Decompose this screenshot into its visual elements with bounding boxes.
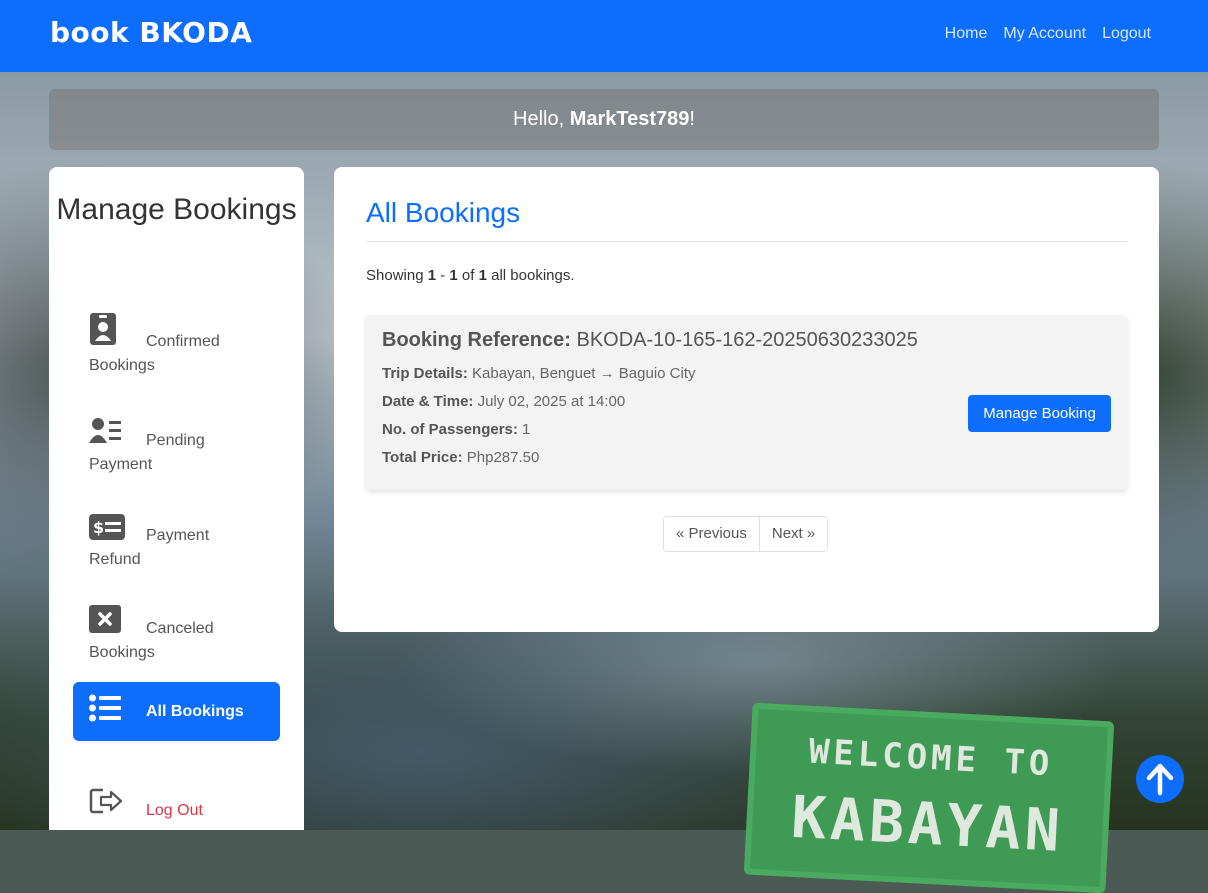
nav-home-link[interactable]: Home — [945, 25, 988, 43]
booking-card: Booking Reference: BKODA-10-165-162-2025… — [366, 315, 1127, 490]
total-price-value: Php287.50 — [466, 449, 540, 466]
sidebar-item-confirmed-bookings[interactable]: Confirmed Bookings — [73, 312, 280, 378]
booking-reference-value: BKODA-10-165-162-20250630233025 — [576, 329, 918, 351]
total-price-label: Total Price: — [382, 449, 463, 466]
greeting-prefix: Hello, — [513, 108, 570, 130]
money-bill-icon: $ — [89, 514, 129, 548]
pagination: « Previous Next » — [663, 516, 829, 552]
sidebar-title-text: Manage Bookings — [56, 193, 297, 226]
total-price: Total Price: Php287.50 — [382, 449, 539, 466]
summary-total: 1 — [478, 267, 487, 284]
page-title: All Bookings — [366, 197, 521, 228]
brand-logo[interactable]: book BKODA — [50, 16, 252, 49]
scroll-to-top-button[interactable] — [1136, 755, 1184, 803]
summary-of: of — [457, 267, 479, 284]
trip-details-label: Trip Details: — [382, 365, 468, 382]
list-icon — [89, 694, 129, 730]
sidebar-item-payment-refund[interactable]: $ Payment Refund — [73, 514, 280, 572]
navbar: book BKODA Home My Account Logout — [0, 0, 1208, 72]
date-time-label: Date & Time: — [382, 393, 474, 410]
sidebar-item-all-bookings[interactable]: All Bookings — [73, 682, 280, 741]
manage-booking-button[interactable]: Manage Booking — [968, 395, 1111, 432]
passenger-count-value: 1 — [522, 421, 531, 438]
sidebar-item-label: Payment — [146, 527, 210, 544]
sidebar-item-label: All Bookings — [146, 702, 244, 720]
summary-to: 1 — [449, 267, 458, 284]
date-time: Date & Time: July 02, 2025 at 14:00 — [382, 393, 625, 410]
sign-line-2: KABAYAN — [789, 782, 1066, 866]
nav-logout-link[interactable]: Logout — [1102, 25, 1151, 43]
booking-reference: Booking Reference: BKODA-10-165-162-2025… — [382, 329, 918, 352]
main-panel: All Bookings Showing 1 - 1 of 1 all book… — [334, 167, 1159, 632]
passenger-count: No. of Passengers: 1 — [382, 421, 530, 438]
sidebar-item-label-2: Refund — [89, 551, 141, 568]
sidebar-item-label-2: Bookings — [89, 644, 155, 661]
passenger-count-label: No. of Passengers: — [382, 421, 518, 438]
date-time-value: July 02, 2025 at 14:00 — [477, 393, 626, 410]
sidebar-item-label: Pending — [146, 432, 205, 449]
sidebar-item-canceled-bookings[interactable]: Canceled Bookings — [73, 605, 280, 665]
sidebar-item-label: Confirmed — [146, 333, 220, 350]
nav-links: Home My Account Logout — [945, 25, 1151, 43]
trip-details-value: Kabayan, Benguet → Baguio City — [472, 365, 696, 382]
welcome-sign: WELCOME TO KABAYAN — [743, 702, 1115, 893]
greeting-username: MarkTest789 — [569, 108, 690, 130]
booking-reference-label: Booking Reference: — [382, 329, 571, 351]
summary-suffix: all bookings. — [486, 267, 575, 284]
trip-details: Trip Details: Kabayan, Benguet → Baguio … — [382, 365, 696, 382]
sidebar-title: Manage Bookings — [49, 191, 304, 229]
pagination-next[interactable]: Next » — [758, 517, 828, 551]
id-badge-icon — [89, 312, 129, 354]
nav-my-account-link[interactable]: My Account — [1003, 25, 1086, 43]
cancel-box-icon — [89, 605, 129, 641]
svg-text:$: $ — [93, 518, 104, 537]
greeting-banner: Hello, MarkTest789! — [49, 89, 1159, 150]
summary-from: 1 — [427, 267, 437, 284]
summary-dash: - — [436, 267, 450, 284]
sidebar-item-label-2: Bookings — [89, 357, 155, 374]
sidebar-item-label: Canceled — [146, 620, 214, 637]
sidebar-item-logout[interactable]: Log Out — [73, 787, 280, 823]
results-summary: Showing 1 - 1 of 1 all bookings. — [366, 267, 575, 284]
sidebar-item-pending-payment[interactable]: Pending Payment — [73, 417, 280, 477]
greeting-suffix: ! — [689, 108, 695, 130]
title-divider — [366, 241, 1127, 242]
sign-line-1: WELCOME TO — [807, 731, 1055, 785]
pagination-previous[interactable]: « Previous — [664, 517, 759, 551]
sidebar-item-label: Log Out — [146, 802, 203, 819]
arrow-up-icon — [1146, 763, 1174, 796]
summary-prefix: Showing — [366, 267, 428, 284]
user-list-icon — [89, 417, 129, 453]
sidebar: Manage Bookings Confirmed Bookings Pendi… — [49, 167, 304, 830]
sidebar-item-label-2: Payment — [89, 456, 153, 473]
sign-out-icon — [89, 787, 129, 823]
